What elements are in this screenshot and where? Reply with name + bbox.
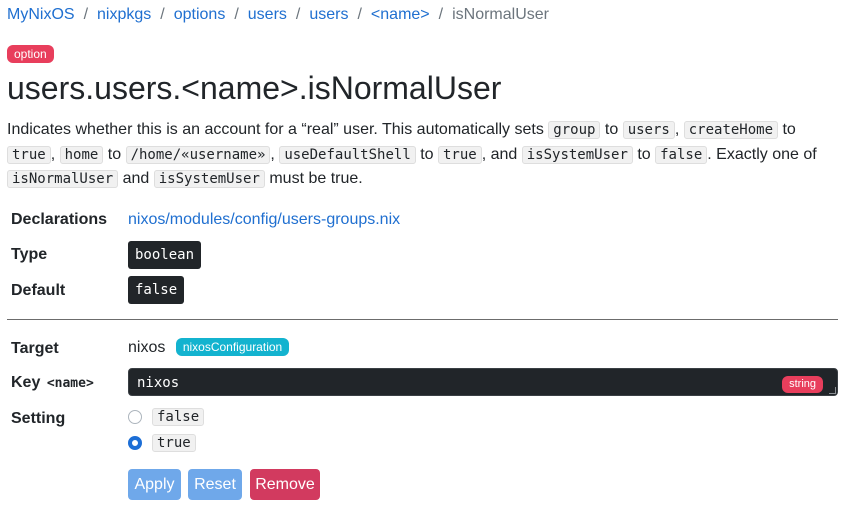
inline-code: true — [437, 145, 482, 164]
description-text: . Exactly one of — [707, 145, 817, 163]
description-text: to — [600, 121, 623, 138]
setting-option-false[interactable]: false — [128, 406, 205, 428]
target-value-group: nixos nixosConfiguration — [128, 338, 290, 358]
type-label: Type — [11, 246, 48, 263]
breadcrumb-separator: / — [438, 6, 444, 23]
description-text: must be true. — [264, 170, 363, 187]
key-type-badge: string — [782, 376, 823, 393]
description-text: , — [674, 121, 684, 138]
breadcrumb-separator: / — [83, 6, 89, 23]
description-text: to — [778, 121, 796, 138]
type-value: boolean — [128, 241, 202, 269]
description-text: , — [50, 145, 60, 163]
inline-code: home — [59, 145, 104, 164]
breadcrumb-link-nixpkgs[interactable]: nixpkgs — [97, 6, 151, 23]
setting-option-true[interactable]: true — [128, 432, 196, 454]
key-label: Key <name> — [11, 373, 94, 394]
description-text: to — [103, 145, 126, 163]
breadcrumb-separator: / — [295, 6, 301, 23]
target-badge: nixosConfiguration — [175, 338, 290, 356]
inline-code: true — [7, 145, 51, 164]
breadcrumb-link-users[interactable]: users — [248, 6, 287, 23]
breadcrumb-separator: / — [160, 6, 165, 23]
key-input[interactable]: nixos string — [128, 368, 838, 396]
inline-code: useDefaultShell — [279, 145, 416, 164]
description-text: Indicates whether this is an account for… — [7, 121, 549, 138]
target-value: nixos — [128, 339, 166, 356]
inline-code: /home/«username» — [125, 145, 271, 164]
description-text: , — [270, 145, 280, 163]
breadcrumb-link-users-users[interactable]: users — [309, 6, 348, 23]
key-input-value: nixos — [137, 375, 180, 391]
declarations-label: Declarations — [11, 211, 108, 228]
radio-false[interactable] — [128, 410, 142, 424]
remove-button[interactable]: Remove — [250, 469, 320, 500]
declarations-link[interactable]: nixos/modules/config/users-groups.nix — [128, 210, 400, 230]
inline-code: isSystemUser — [153, 170, 265, 188]
breadcrumb-separator: / — [234, 6, 239, 23]
radio-true[interactable] — [128, 436, 142, 450]
breadcrumb-link-name[interactable]: <name> — [371, 6, 430, 23]
reset-button[interactable]: Reset — [188, 469, 242, 500]
breadcrumb-link-options[interactable]: options — [174, 6, 226, 23]
description-text: to — [415, 145, 438, 163]
option-description: Indicates whether this is an account for… — [7, 118, 833, 192]
key-label-text: Key — [11, 374, 41, 391]
inline-code: createHome — [683, 121, 779, 139]
default-value: false — [128, 276, 185, 304]
target-label: Target — [11, 340, 59, 357]
description-text: and — [118, 170, 154, 187]
setting-label: Setting — [11, 410, 66, 427]
inline-code: isSystemUser — [521, 145, 633, 164]
default-label: Default — [11, 282, 66, 299]
apply-button[interactable]: Apply — [128, 469, 181, 500]
inline-code: isNormalUser — [7, 170, 119, 188]
key-param: <name> — [46, 376, 94, 391]
option-type-badge: option — [7, 45, 54, 63]
breadcrumb-current: isNormalUser — [452, 6, 549, 23]
description-text: to — [632, 145, 656, 163]
page-title: users.users.<name>.isNormalUser — [7, 70, 502, 106]
breadcrumb: MyNixOS / nixpkgs / options / users / users / <nam… — [7, 5, 549, 25]
inline-code: false — [655, 145, 708, 164]
resize-handle-icon[interactable] — [829, 387, 836, 394]
setting-option-false-label: false — [152, 408, 205, 426]
inline-code: group — [548, 121, 601, 139]
breadcrumb-link-mynixos[interactable]: MyNixOS — [7, 6, 75, 23]
inline-code: users — [622, 121, 675, 139]
section-divider — [7, 319, 838, 320]
description-text: , and — [481, 145, 522, 163]
setting-option-true-label: true — [152, 434, 196, 452]
breadcrumb-separator: / — [357, 6, 362, 23]
